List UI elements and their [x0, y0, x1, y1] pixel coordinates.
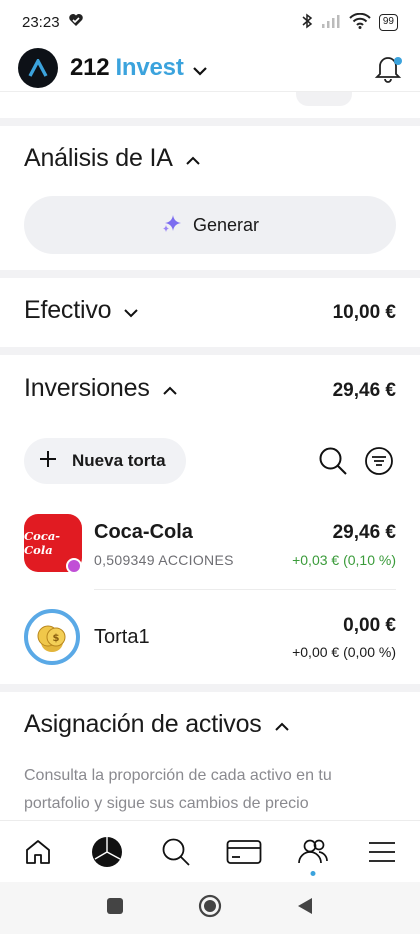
collapsed-card-stub [296, 92, 352, 106]
brand-number: 212 [70, 53, 110, 81]
card-icon[interactable] [214, 822, 274, 882]
home-icon[interactable] [8, 822, 68, 882]
plus-icon [38, 449, 58, 474]
pie-coins-icon: $ [23, 608, 81, 666]
home-circle-icon[interactable] [198, 894, 222, 923]
bluetooth-icon [301, 13, 313, 32]
generate-label: Generar [192, 214, 260, 235]
account-switcher[interactable]: 212 Invest [70, 53, 208, 83]
row-divider [94, 589, 396, 590]
recents-square-icon[interactable] [106, 897, 124, 920]
portfolio-pie-icon[interactable] [77, 822, 137, 882]
section-divider [0, 118, 420, 126]
battery-indicator: 99 [378, 13, 398, 31]
svg-text:$: $ [53, 633, 60, 644]
new-pie-button[interactable]: Nueva torta [24, 438, 186, 484]
chevron-down-icon [123, 296, 139, 325]
system-navigation-bar [0, 882, 420, 934]
back-triangle-icon[interactable] [296, 896, 314, 921]
chevron-down-icon [192, 55, 208, 83]
status-left: 23:23 [22, 13, 84, 31]
cash-amount: 10,00 € [332, 302, 396, 323]
wifi-icon [349, 12, 371, 32]
signal-icon [321, 14, 341, 31]
brand-name: Invest [115, 53, 184, 81]
filter-icon[interactable] [364, 446, 394, 481]
investments-header[interactable]: Inversiones [24, 374, 178, 403]
ai-analysis-header[interactable]: Análisis de IA [24, 144, 201, 173]
holding-name: Torta1 [94, 626, 150, 648]
chevron-up-icon [185, 144, 201, 173]
investments-title: Inversiones [24, 374, 150, 402]
coca-cola-logo-text: Coca-Cola [24, 529, 61, 557]
investments-amount: 29,46 € [332, 380, 396, 401]
asset-allocation-description: Consulta la proporción de cada activo en… [24, 767, 332, 812]
search-icon[interactable] [146, 822, 206, 882]
section-divider [0, 347, 420, 355]
status-time: 23:23 [22, 13, 60, 31]
notifications-bell-icon[interactable] [374, 52, 404, 89]
cash-title: Efectivo [24, 296, 112, 324]
cash-header[interactable]: Efectivo [24, 296, 139, 325]
brand-logo-icon [18, 47, 58, 88]
bottom-navigation [0, 820, 420, 882]
holding-change: +0,00 € (0,00 %) [292, 644, 396, 660]
status-right: 99 [301, 12, 398, 32]
status-bar: 23:23 99 [0, 0, 420, 44]
holding-change: +0,03 € (0,10 %) [292, 552, 396, 568]
search-icon[interactable] [318, 446, 348, 481]
ai-analysis-title: Análisis de IA [24, 144, 173, 172]
chevron-up-icon [274, 710, 290, 739]
asset-allocation-header[interactable]: Asignación de activos [24, 710, 290, 739]
app-header: 212 Invest [0, 44, 420, 92]
notification-dot [310, 870, 316, 876]
heart-check-icon [68, 13, 84, 31]
pie-color-badge [66, 558, 82, 574]
chevron-up-icon [162, 374, 178, 403]
holding-value: 29,46 € [332, 522, 396, 543]
menu-icon[interactable] [352, 822, 412, 882]
holding-shares: 0,509349 ACCIONES [94, 552, 234, 568]
section-divider [0, 684, 420, 692]
community-icon[interactable] [283, 822, 343, 882]
generate-ai-button[interactable]: Generar [24, 196, 396, 254]
holding-value: 0,00 € [343, 615, 396, 636]
new-pie-label: Nueva torta [72, 451, 166, 470]
holding-name: Coca-Cola [94, 521, 193, 543]
sparkle-icon [161, 212, 183, 239]
asset-allocation-title: Asignación de activos [24, 710, 262, 738]
section-divider [0, 270, 420, 278]
